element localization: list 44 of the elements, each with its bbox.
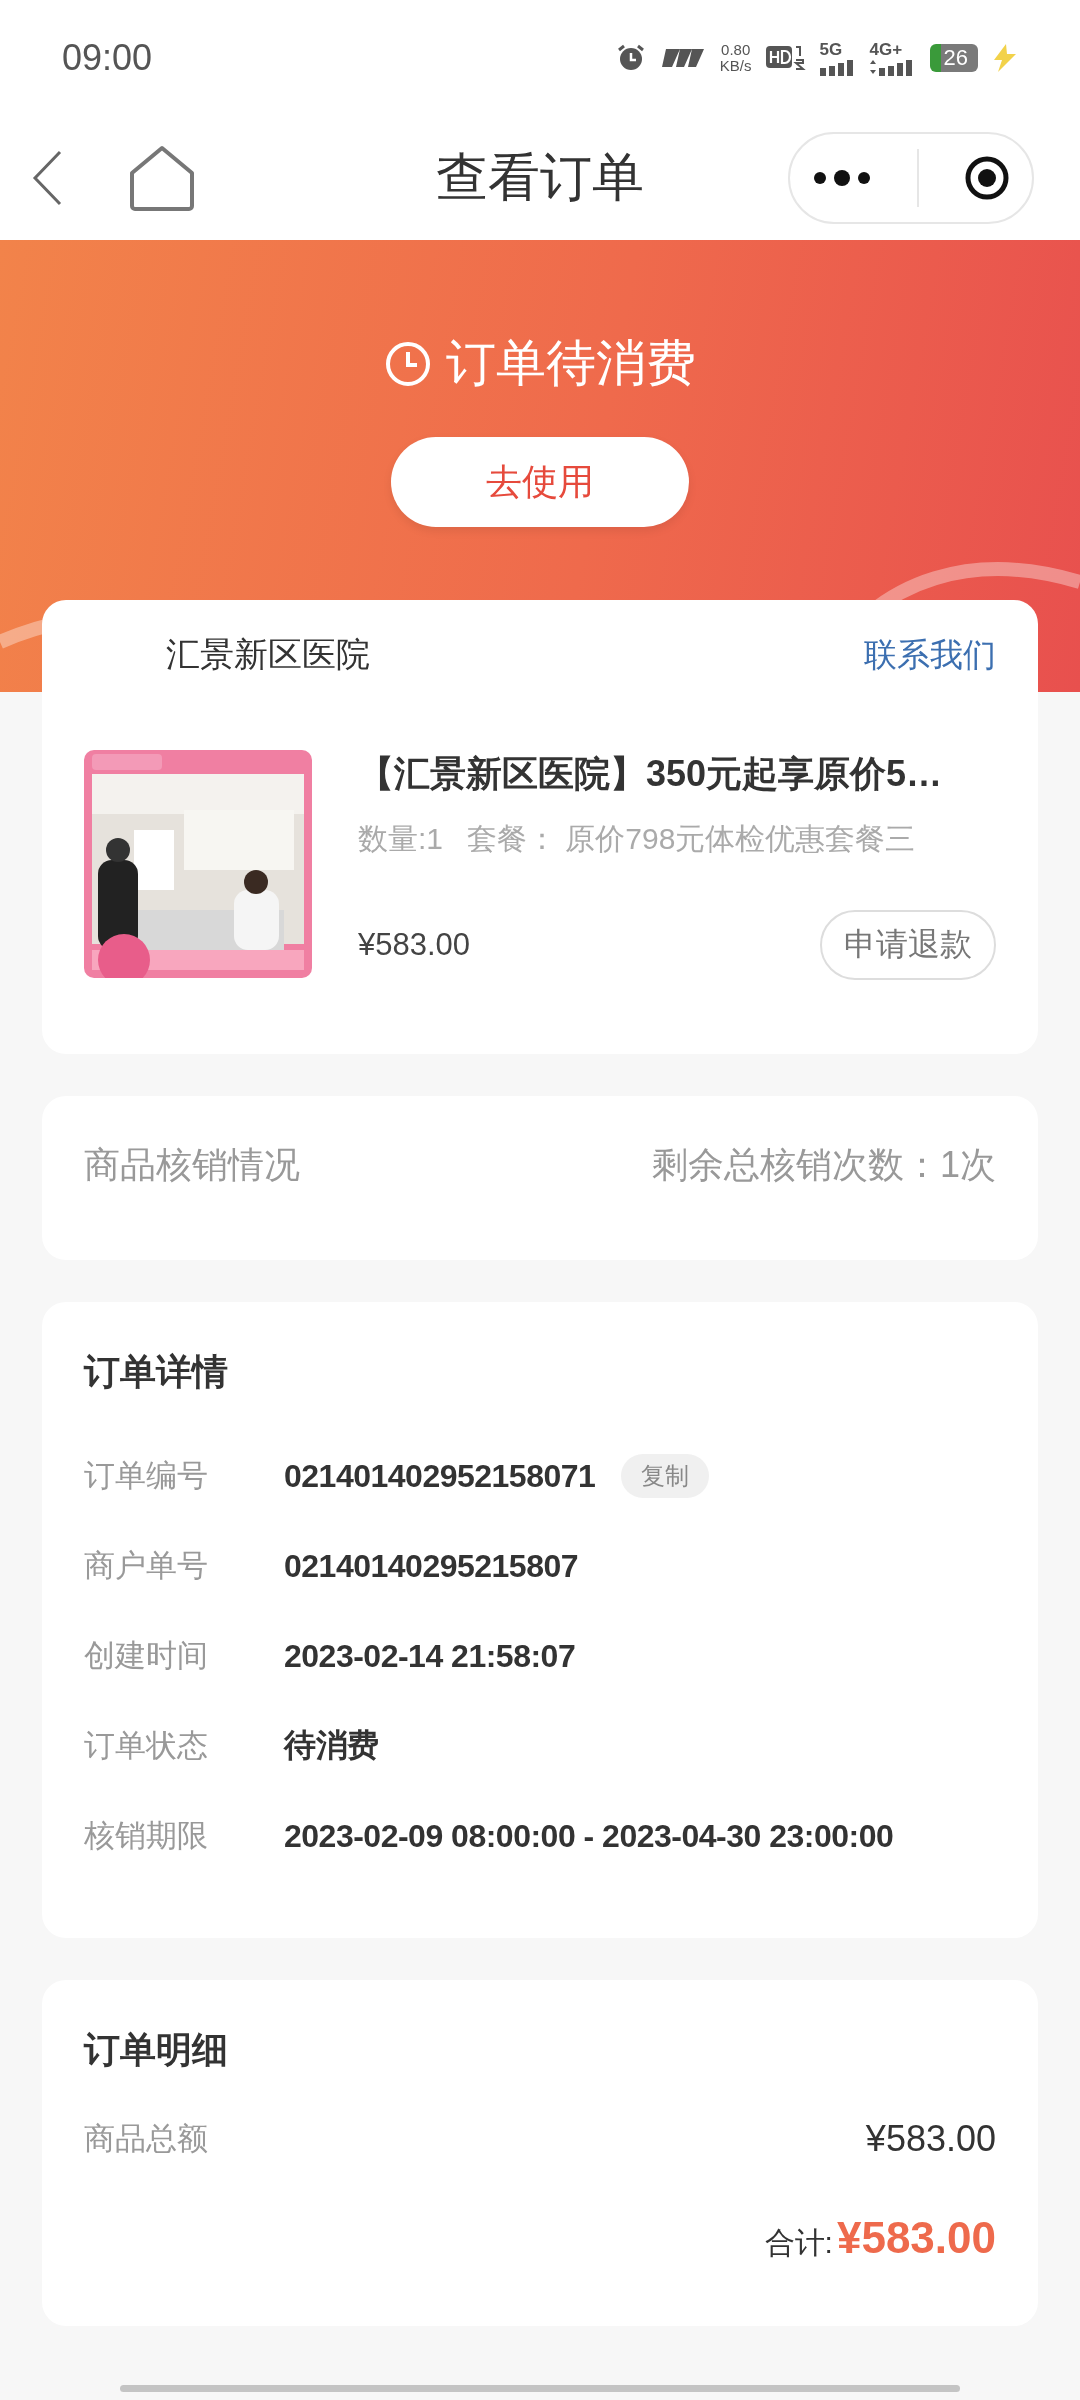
field-label: 订单编号 [84, 1457, 209, 1495]
field-value: 02140140295215807 [284, 1547, 579, 1585]
total-label: 合计: [764, 2225, 833, 2261]
signal-bars-icon [819, 57, 856, 76]
contact-link[interactable]: 联系我们 [864, 632, 996, 678]
clock-icon [384, 339, 432, 388]
product-title: 【汇景新区医院】350元起享原价5… [358, 752, 944, 796]
alarm-clock-icon [615, 43, 646, 73]
field-label: 商户单号 [84, 1547, 209, 1585]
network-speed-unit: KB/s [719, 58, 752, 75]
field-value: ¥583.00 [865, 2118, 996, 2160]
close-target-icon[interactable] [963, 155, 1010, 201]
status-time: 09:00 [62, 37, 153, 79]
copy-button[interactable]: 复制 [621, 1454, 710, 1498]
field-label: 核销期限 [84, 1817, 209, 1855]
product-price: ¥583.00 [358, 927, 471, 963]
battery-indicator: 26 [929, 44, 978, 72]
network-type: 4G+ [869, 40, 903, 58]
section-title: 订单详情 [84, 1350, 229, 1394]
field-label: 创建时间 [84, 1637, 209, 1675]
home-icon[interactable] [128, 145, 196, 211]
order-status-title: 订单待消费 [446, 334, 696, 393]
signal-strength-icon [659, 47, 706, 69]
shop-name: 汇景新区医院 [166, 634, 370, 675]
field-value: 待消费 [284, 1726, 379, 1765]
network-speed: 0.80 [721, 41, 751, 58]
package-text: 套餐： 原价798元体检优惠套餐三 [467, 821, 916, 857]
verification-label: 商品核销情况 [84, 1142, 300, 1187]
field-value: 2023-02-09 08:00:00 - 2023-04-30 23:00:00 [284, 1817, 894, 1855]
page-title: 查看订单 [436, 147, 644, 208]
use-button[interactable]: 去使用 [391, 437, 689, 527]
refund-button[interactable]: 申请退款 [820, 910, 996, 980]
hd-call-icon [765, 43, 806, 73]
section-title: 订单明细 [84, 2028, 229, 2072]
field-value: 2023-02-14 21:58:07 [284, 1637, 576, 1675]
remaining-count: 剩余总核销次数：1次 [651, 1142, 996, 1187]
total-amount: ¥583.00 [836, 2213, 996, 2263]
network-type: 5G [819, 40, 843, 58]
back-icon[interactable] [32, 150, 62, 206]
quantity-text: 数量:1 [358, 821, 444, 857]
field-label: 订单状态 [84, 1727, 209, 1765]
field-label: 商品总额 [84, 2120, 209, 2158]
more-icon[interactable] [812, 168, 873, 188]
field-value: 021401402952158071 [284, 1457, 596, 1495]
